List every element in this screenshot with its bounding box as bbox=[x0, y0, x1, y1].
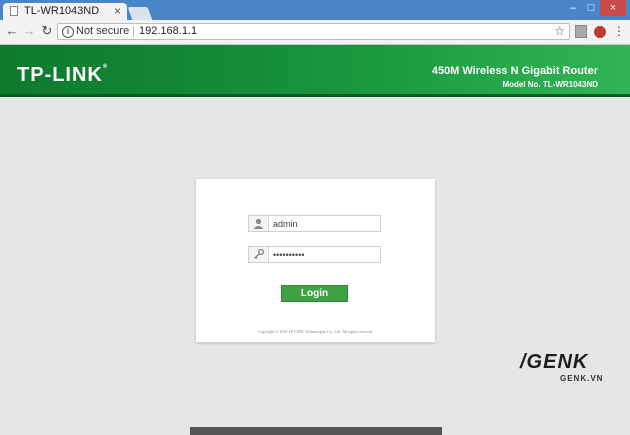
maximize-icon[interactable]: □ bbox=[582, 0, 600, 16]
user-icon bbox=[249, 216, 269, 231]
page-viewport: TP-LINK® 450M Wireless N Gigabit Router … bbox=[0, 45, 630, 435]
tab-router[interactable]: TL-WR1043ND × bbox=[3, 3, 127, 20]
page-icon bbox=[10, 6, 18, 16]
extension-icon[interactable] bbox=[575, 25, 587, 38]
model-number: Model No. TL-WR1043ND bbox=[502, 80, 598, 89]
address-divider bbox=[133, 26, 134, 37]
new-tab-button[interactable] bbox=[127, 7, 153, 20]
login-panel: Login Copyright © 2016 TP-LINK Technolog… bbox=[196, 179, 435, 342]
router-header: TP-LINK® 450M Wireless N Gigabit Router … bbox=[0, 45, 630, 97]
password-field[interactable] bbox=[248, 246, 381, 263]
copyright-text: Copyright © 2016 TP-LINK Technologies Co… bbox=[258, 329, 373, 334]
password-input[interactable] bbox=[273, 248, 373, 261]
username-input[interactable] bbox=[273, 217, 373, 230]
username-field[interactable] bbox=[248, 215, 381, 232]
genk-watermark: /GENK bbox=[520, 351, 589, 373]
security-label: Not secure bbox=[76, 25, 130, 37]
star-icon[interactable]: ☆ bbox=[554, 24, 565, 38]
info-icon[interactable]: i bbox=[62, 26, 74, 38]
login-button[interactable]: Login bbox=[281, 285, 348, 302]
address-bar[interactable]: i Not secure 192.168.1.1 ☆ bbox=[57, 23, 570, 40]
url-text[interactable]: 192.168.1.1 bbox=[139, 25, 197, 37]
window-close-icon[interactable]: × bbox=[600, 0, 626, 16]
reload-icon[interactable]: ↻ bbox=[40, 24, 54, 38]
minimize-icon[interactable]: – bbox=[564, 0, 582, 16]
product-name: 450M Wireless N Gigabit Router bbox=[431, 65, 598, 77]
genk-domain: GENK.VN bbox=[560, 374, 604, 383]
browser-toolbar: ← → ↻ i Not secure 192.168.1.1 ☆ bbox=[0, 20, 630, 45]
close-tab-icon[interactable]: × bbox=[114, 4, 121, 18]
tab-strip: TL-WR1043ND × – □ × bbox=[0, 0, 630, 20]
horizontal-scrollbar[interactable] bbox=[190, 427, 442, 435]
key-icon bbox=[249, 247, 269, 262]
back-icon[interactable]: ← bbox=[5, 24, 19, 38]
menu-icon[interactable]: ⋮ bbox=[613, 24, 625, 38]
shield-icon[interactable] bbox=[594, 26, 606, 38]
tplink-logo: TP-LINK® bbox=[17, 64, 109, 86]
forward-icon[interactable]: → bbox=[22, 24, 36, 38]
tab-title: TL-WR1043ND bbox=[24, 5, 100, 17]
window-controls: – □ × bbox=[564, 0, 626, 20]
